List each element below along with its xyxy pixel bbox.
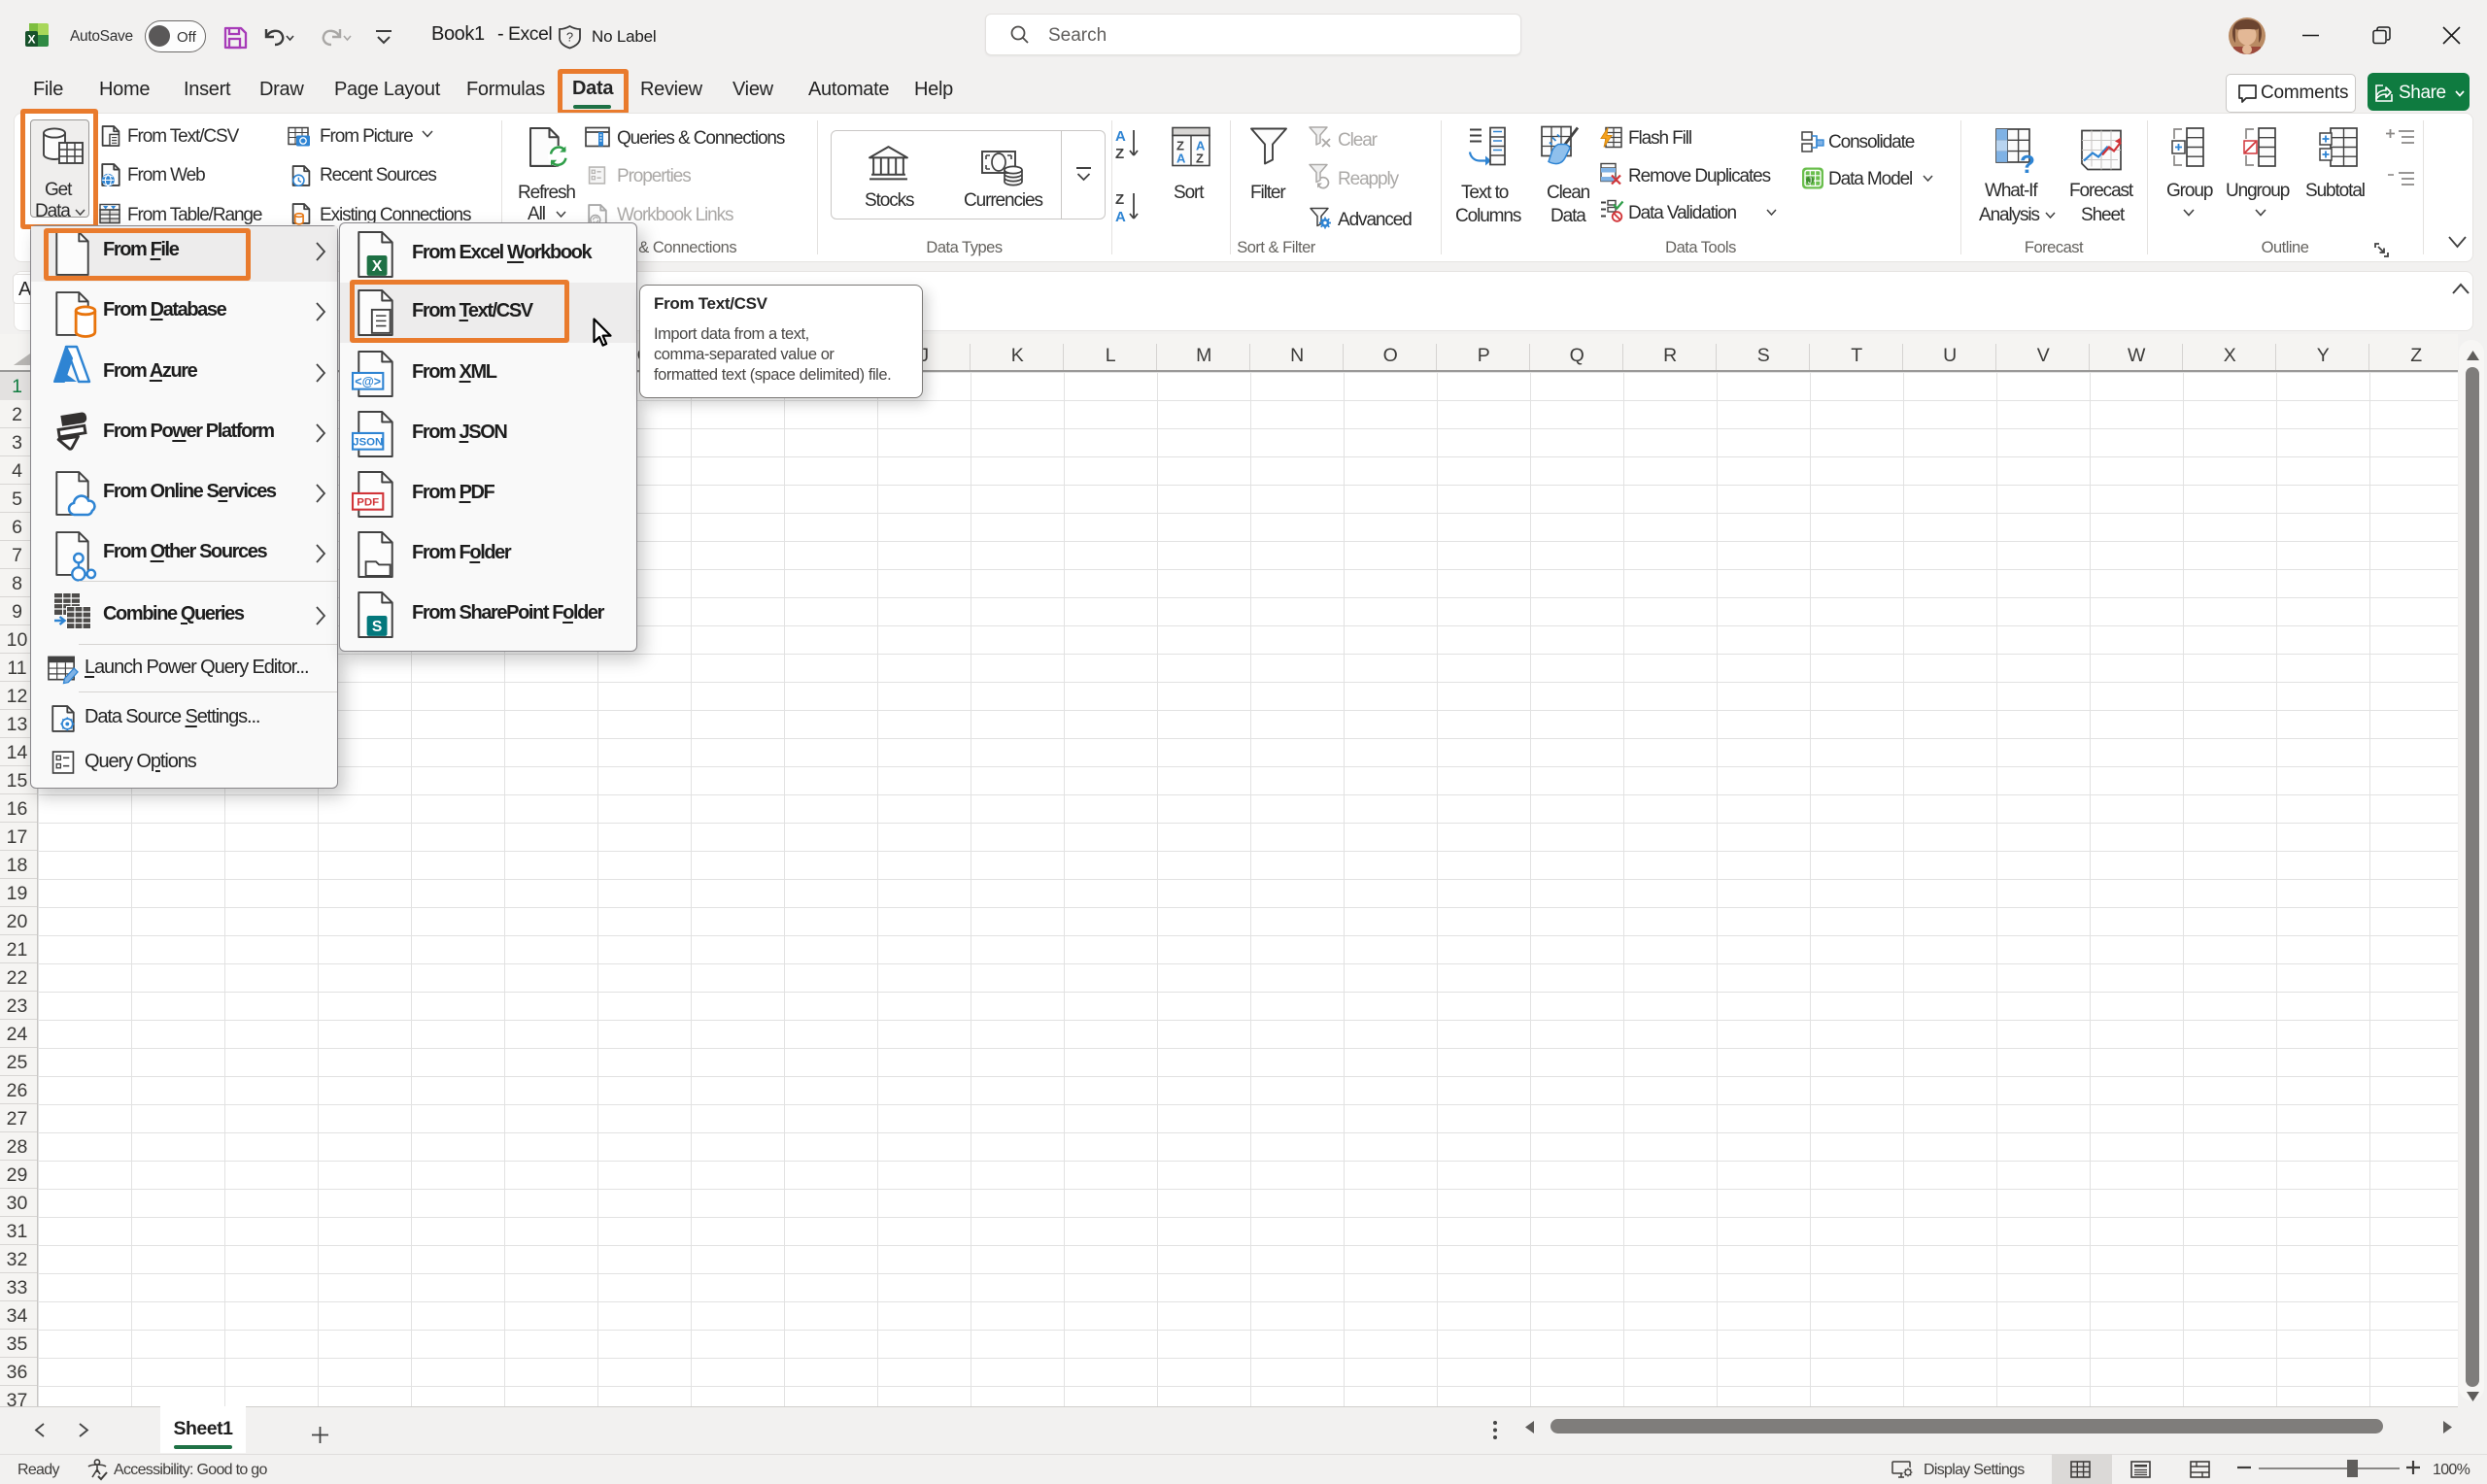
svg-text:J: J — [1808, 176, 1813, 186]
svg-text:JSON: JSON — [353, 436, 383, 448]
svg-text:S: S — [372, 619, 382, 635]
svg-text:A: A — [1176, 152, 1186, 166]
svg-text:<@>: <@> — [355, 375, 381, 388]
svg-text:A: A — [1115, 128, 1126, 145]
svg-text:PDF: PDF — [357, 496, 379, 508]
svg-text:?: ? — [2020, 150, 2035, 179]
svg-text:Z: Z — [1196, 152, 1204, 166]
svg-text:X: X — [27, 33, 35, 47]
svg-text:A: A — [1115, 209, 1126, 225]
svg-text:Z: Z — [1115, 191, 1124, 208]
svg-text:?: ? — [566, 30, 573, 45]
svg-text:X: X — [372, 258, 383, 275]
svg-text:Z: Z — [1115, 146, 1124, 162]
